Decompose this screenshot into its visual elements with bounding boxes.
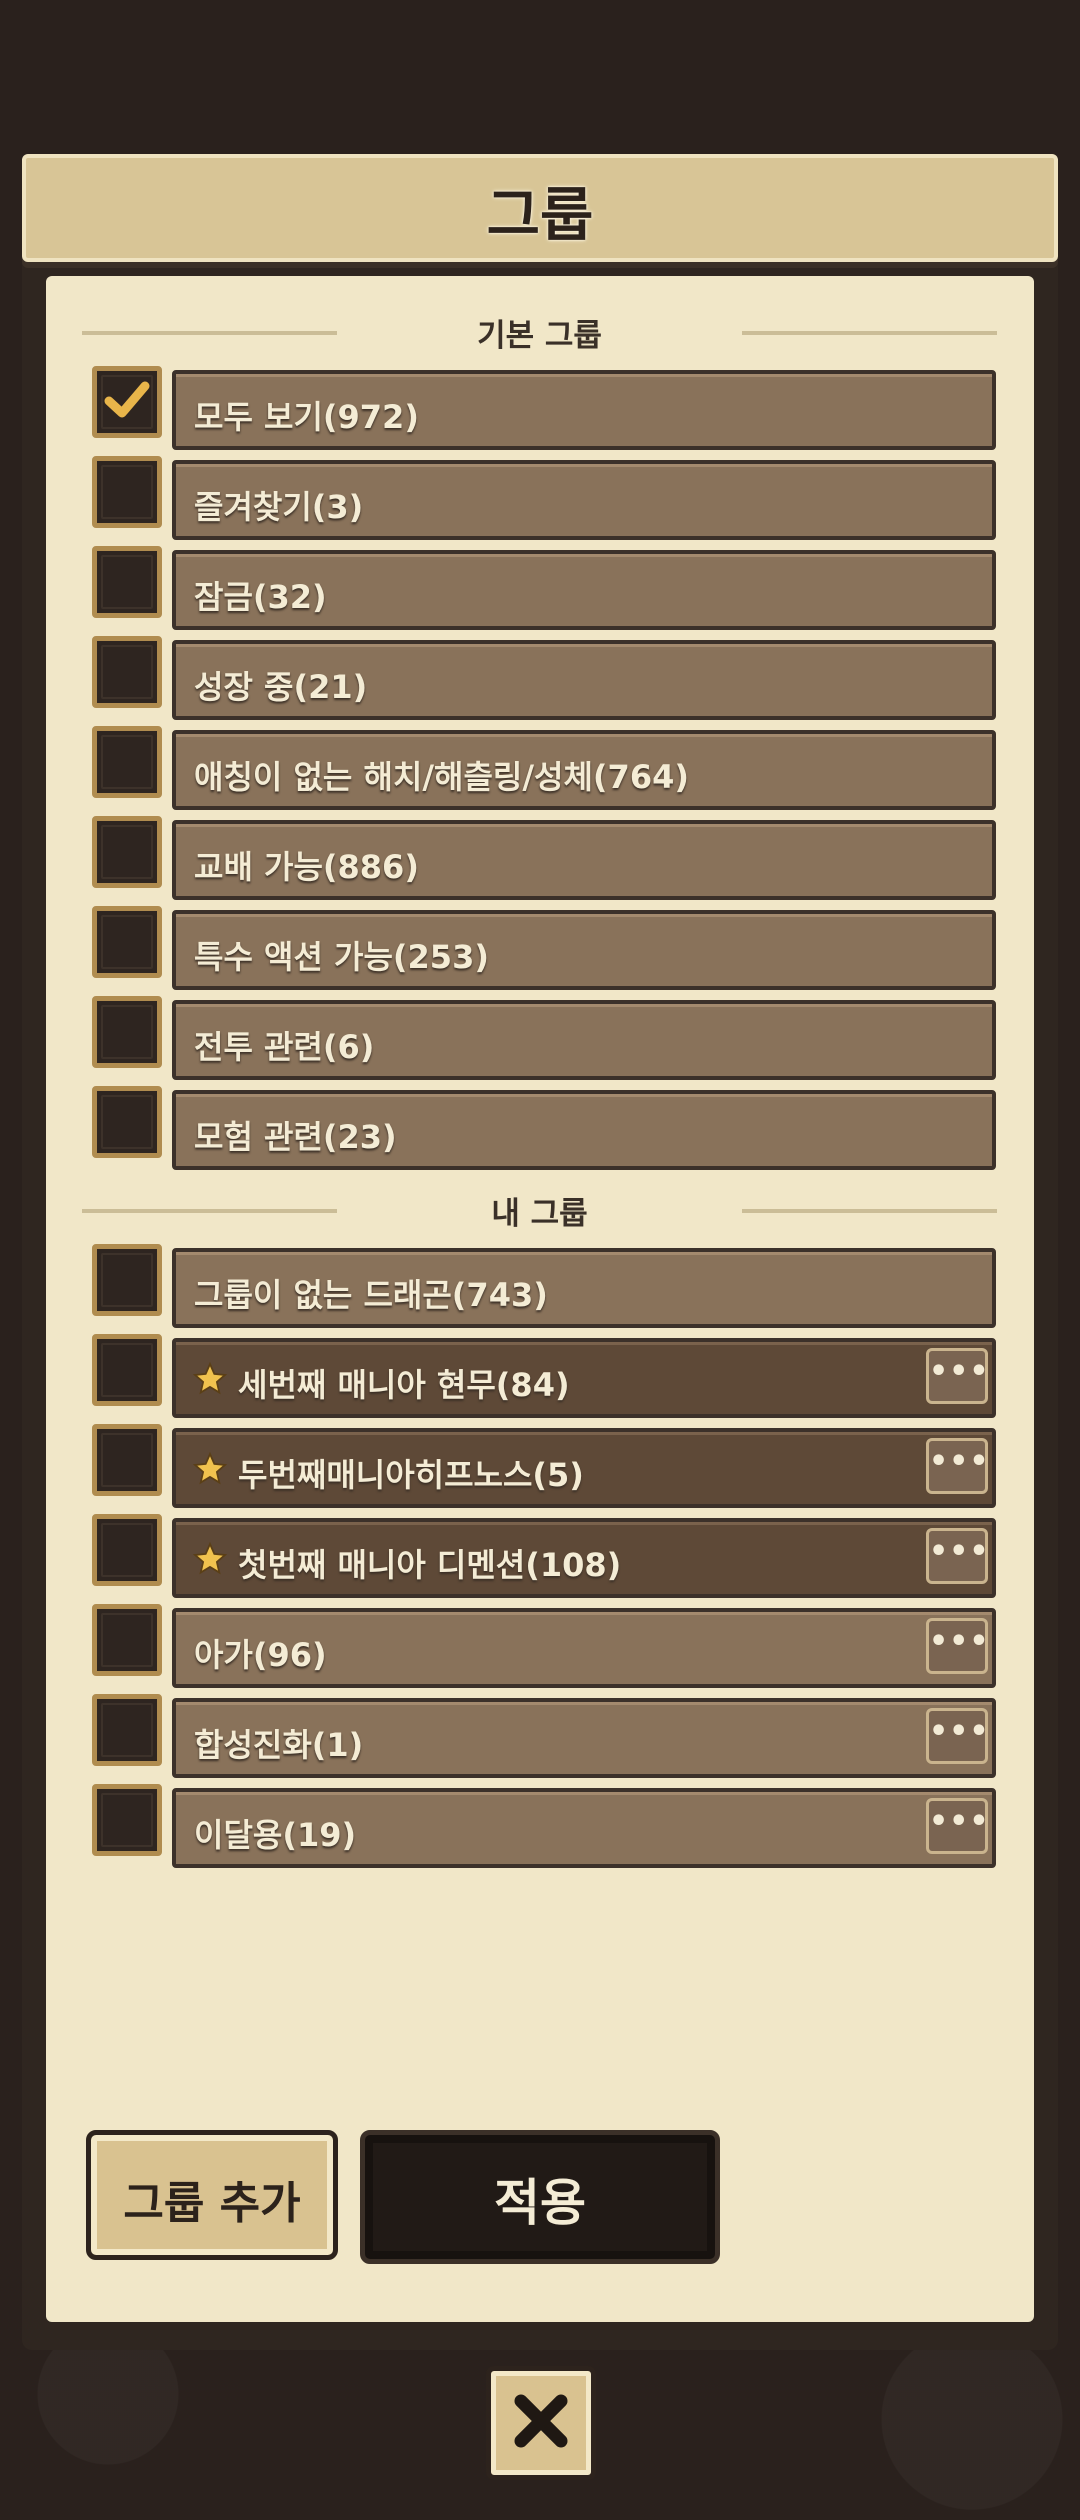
group-row[interactable]: 전투 관련(6) bbox=[172, 1000, 996, 1080]
group-label: 그룹이 없는 드래곤(743) bbox=[194, 1276, 548, 1314]
checkbox-frame bbox=[101, 645, 153, 699]
checkbox-frame bbox=[101, 1613, 153, 1667]
add-group-button[interactable]: 그룹 추가 bbox=[86, 2130, 338, 2260]
apply-label: 적용 bbox=[494, 2174, 586, 2232]
group-row[interactable]: 첫번째 매니아 디멘션(108) ••• bbox=[172, 1518, 996, 1598]
group-checkbox[interactable] bbox=[92, 1514, 162, 1586]
group-label: 세번째 매니아 현무(84) bbox=[238, 1366, 570, 1404]
group-checkbox[interactable] bbox=[92, 726, 162, 798]
group-row[interactable]: 교배 가능(886) bbox=[172, 820, 996, 900]
group-row[interactable]: 모험 관련(23) bbox=[172, 1090, 996, 1170]
group-checkbox[interactable] bbox=[92, 1604, 162, 1676]
star-icon bbox=[192, 1361, 228, 1395]
checkbox-frame bbox=[101, 555, 153, 609]
check-icon bbox=[104, 381, 150, 418]
group-checkbox[interactable] bbox=[92, 996, 162, 1068]
group-label: 첫번째 매니아 디멘션(108) bbox=[238, 1546, 622, 1584]
checkbox-frame bbox=[101, 825, 153, 879]
group-label: 모험 관련(23) bbox=[194, 1118, 397, 1156]
group-label: 전투 관련(6) bbox=[194, 1028, 375, 1066]
basic-group-header: 기본 그룹 bbox=[82, 310, 997, 354]
group-label: 즐겨찾기(3) bbox=[194, 488, 364, 526]
more-icon[interactable]: ••• bbox=[926, 1528, 989, 1584]
title-bar: 그룹 bbox=[22, 154, 1058, 262]
checkbox-frame bbox=[101, 1253, 153, 1307]
group-row[interactable]: 이달용(19) ••• bbox=[172, 1788, 996, 1868]
section-label: 기본 그룹 bbox=[477, 318, 602, 354]
group-row[interactable]: 특수 액션 가능(253) bbox=[172, 910, 996, 990]
more-icon[interactable]: ••• bbox=[926, 1618, 989, 1674]
group-checkbox[interactable] bbox=[92, 636, 162, 708]
group-checkbox[interactable] bbox=[92, 1424, 162, 1496]
group-checkbox[interactable] bbox=[92, 1244, 162, 1316]
group-checkbox[interactable] bbox=[92, 1784, 162, 1856]
star-icon bbox=[192, 1451, 228, 1485]
checkbox-frame bbox=[101, 465, 153, 519]
more-icon[interactable]: ••• bbox=[926, 1798, 989, 1854]
group-row[interactable]: 모두 보기(972) bbox=[172, 370, 996, 450]
more-icon[interactable]: ••• bbox=[926, 1438, 989, 1494]
group-checkbox[interactable] bbox=[92, 1334, 162, 1406]
add-group-label: 그룹 추가 bbox=[123, 2178, 301, 2229]
group-checkbox[interactable] bbox=[92, 546, 162, 618]
more-icon[interactable]: ••• bbox=[926, 1348, 989, 1404]
group-checkbox[interactable] bbox=[92, 816, 162, 888]
group-label: 이달용(19) bbox=[194, 1816, 357, 1854]
group-row[interactable]: 즐겨찾기(3) bbox=[172, 460, 996, 540]
section-label: 내 그룹 bbox=[491, 1196, 588, 1232]
checkbox-frame bbox=[101, 735, 153, 789]
group-row[interactable]: 세번째 매니아 현무(84) ••• bbox=[172, 1338, 996, 1418]
group-row[interactable]: 그룹이 없는 드래곤(743) bbox=[172, 1248, 996, 1328]
close-button[interactable] bbox=[486, 2366, 596, 2480]
group-checkbox[interactable] bbox=[92, 366, 162, 438]
group-checkbox[interactable] bbox=[92, 1086, 162, 1158]
group-row[interactable]: 성장 중(21) bbox=[172, 640, 996, 720]
apply-button[interactable]: 적용 bbox=[360, 2130, 720, 2264]
checkbox-frame bbox=[101, 1343, 153, 1397]
group-label: 두번째매니아히프노스(5) bbox=[238, 1456, 584, 1494]
group-row[interactable]: 합성진화(1) ••• bbox=[172, 1698, 996, 1778]
group-checkbox[interactable] bbox=[92, 906, 162, 978]
checkbox-frame bbox=[101, 1433, 153, 1487]
close-icon bbox=[514, 2394, 568, 2448]
checkbox-frame bbox=[101, 1005, 153, 1059]
group-label: 합성진화(1) bbox=[194, 1726, 364, 1764]
group-row[interactable]: 잠금(32) bbox=[172, 550, 996, 630]
group-checkbox[interactable] bbox=[92, 1694, 162, 1766]
group-label: 잠금(32) bbox=[194, 578, 327, 616]
more-icon[interactable]: ••• bbox=[926, 1708, 989, 1764]
group-label: 특수 액션 가능(253) bbox=[194, 938, 489, 976]
group-row[interactable]: 아가(96) ••• bbox=[172, 1608, 996, 1688]
group-label: 애칭이 없는 해치/해츨링/성체(764) bbox=[194, 758, 689, 796]
checkbox-frame bbox=[101, 1523, 153, 1577]
my-group-header: 내 그룹 bbox=[82, 1188, 997, 1232]
group-label: 모두 보기(972) bbox=[194, 398, 419, 436]
checkbox-frame bbox=[101, 915, 153, 969]
page-title: 그룹 bbox=[486, 181, 594, 249]
group-checkbox[interactable] bbox=[92, 456, 162, 528]
checkbox-frame bbox=[101, 1793, 153, 1847]
group-row[interactable]: 애칭이 없는 해치/해츨링/성체(764) bbox=[172, 730, 996, 810]
group-label: 교배 가능(886) bbox=[194, 848, 419, 886]
checkbox-frame bbox=[101, 1703, 153, 1757]
group-label: 성장 중(21) bbox=[194, 668, 368, 706]
group-label: 아가(96) bbox=[194, 1636, 327, 1674]
group-row[interactable]: 두번째매니아히프노스(5) ••• bbox=[172, 1428, 996, 1508]
star-icon bbox=[192, 1541, 228, 1575]
checkbox-frame bbox=[101, 1095, 153, 1149]
